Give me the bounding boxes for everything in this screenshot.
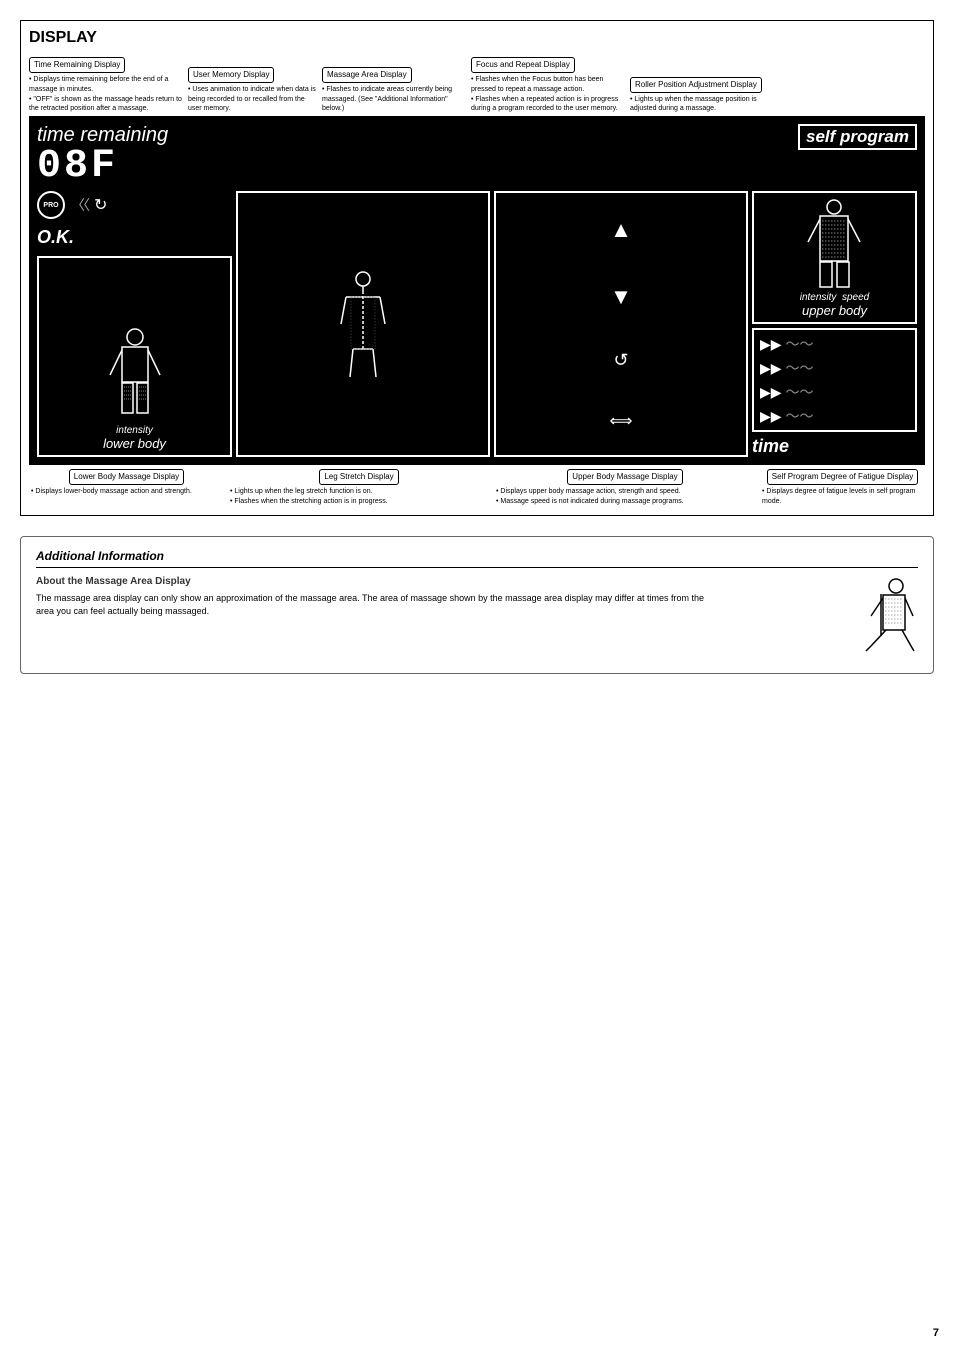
desc-leg-stretch: • Lights up when the leg stretch functio… (228, 487, 490, 507)
panel-mid: PRO 〈〈 ↻ O.K. (37, 191, 917, 457)
sp-row-1: ▶▶ 〜〜 (760, 334, 909, 354)
desc-massage-area: • Flashes to indicate areas currently be… (322, 85, 467, 114)
label-fatigue: Self Program Degree of Fatigue Display (767, 469, 918, 485)
upper-body-figure (802, 197, 867, 292)
label-focus-repeat: Focus and Repeat Display (471, 57, 575, 73)
page-number: 7 (933, 1327, 939, 1339)
desc-focus-repeat: • Flashes when the Focus button has been… (471, 75, 626, 114)
lower-body-label: lower body (103, 436, 166, 451)
user-memory-area: PRO 〈〈 ↻ (37, 191, 232, 219)
annot-roller-position: Roller Position Adjustment Display • Lig… (630, 77, 770, 115)
label-upper-body: Upper Body Massage Display (567, 469, 682, 485)
panel-left-area: PRO 〈〈 ↻ O.K. (37, 191, 232, 457)
display-title: DISPLAY (29, 29, 925, 47)
annot-time-remaining: Time Remaining Display • Displays time r… (29, 57, 184, 114)
digit-display: 08F (37, 147, 168, 187)
intensity-lower-text: intensity (116, 425, 153, 436)
massage-area-figure (336, 269, 391, 379)
self-program-text: self program (798, 124, 917, 150)
upper-body-panel: intensity speed upper body (752, 191, 917, 324)
repeat-icon: ↺ (613, 350, 628, 371)
label-user-memory: User Memory Display (188, 67, 274, 83)
refresh-icon: ↻ (94, 195, 107, 215)
panel-center-area: ▲ ▼ ↺ ⟺ (236, 191, 748, 457)
label-roller-position: Roller Position Adjustment Display (630, 77, 762, 93)
lower-body-silhouette: intensity lower body (37, 256, 232, 457)
additional-info-text-area: About the Massage Area Display The massa… (36, 576, 828, 661)
desc-roller-position: • Lights up when the massage position is… (630, 95, 770, 115)
desc-lower-body: • Displays lower-body massage action and… (29, 487, 224, 497)
display-panel: time remaining 08F self program PRO (29, 116, 925, 465)
annot-upper-body-bottom: Upper Body Massage Display • Displays up… (494, 469, 756, 507)
additional-info-section: Additional Information About the Massage… (20, 536, 934, 674)
panel-top-row: time remaining 08F self program (37, 124, 917, 187)
bottom-annotations: Lower Body Massage Display • Displays lo… (29, 469, 925, 507)
desc-upper-body: • Displays upper body massage action, st… (494, 487, 756, 507)
display-section: DISPLAY Time Remaining Display • Display… (20, 20, 934, 516)
lower-body-figure-svg (100, 325, 170, 425)
sp-row-3: ▶▶ 〜〜 (760, 382, 909, 402)
label-lower-body: Lower Body Massage Display (69, 469, 184, 485)
sitting-figure-svg (841, 576, 916, 661)
upper-body-panel-label: upper body (802, 303, 867, 318)
additional-info-body-area: About the Massage Area Display The massa… (36, 576, 918, 661)
sp-row-2: ▶▶ 〜〜 (760, 358, 909, 378)
down-arrow-icon: ▼ (610, 284, 632, 310)
label-time-remaining: Time Remaining Display (29, 57, 125, 73)
label-massage-area: Massage Area Display (322, 67, 412, 83)
additional-info-body: The massage area display can only show a… (36, 592, 716, 619)
time-text: time (752, 436, 917, 457)
self-program-box: self program (798, 124, 917, 187)
label-leg-stretch: Leg Stretch Display (319, 469, 398, 485)
pro-badge: PRO (37, 191, 65, 219)
desc-fatigue: • Displays degree of fatigue levels in s… (760, 487, 925, 507)
panel-right-area: intensity speed upper body ▶▶ 〜〜 ▶▶ 〜〜 (752, 191, 917, 457)
sp-row-4: ▶▶ 〜〜 (760, 406, 909, 426)
desc-user-memory: • Uses animation to indicate when data i… (188, 85, 318, 114)
annot-leg-stretch: Leg Stretch Display • Lights up when the… (228, 469, 490, 507)
ok-text: O.K. (37, 227, 232, 248)
additional-info-title: Additional Information (36, 549, 918, 568)
panel-left-top: time remaining 08F (37, 124, 168, 187)
page-container: DISPLAY Time Remaining Display • Display… (20, 20, 934, 674)
annot-user-memory: User Memory Display • Uses animation to … (188, 67, 318, 114)
up-arrow-icon: ▲ (610, 217, 632, 243)
self-program-display-box: ▶▶ 〜〜 ▶▶ 〜〜 ▶▶ 〜〜 ▶▶ 〜〜 (752, 328, 917, 432)
center-displays: ▲ ▼ ↺ ⟺ (236, 191, 748, 457)
additional-info-subtitle: About the Massage Area Display (36, 576, 828, 587)
additional-info-figure (838, 576, 918, 661)
leftright-icon: ⟺ (610, 411, 633, 431)
annot-fatigue: Self Program Degree of Fatigue Display •… (760, 469, 925, 507)
annot-lower-body-bottom: Lower Body Massage Display • Displays lo… (29, 469, 224, 507)
focus-repeat-panel: ▲ ▼ ↺ ⟺ (494, 191, 748, 457)
desc-time-remaining: • Displays time remaining before the end… (29, 75, 184, 114)
animation-lines: 〈〈 (71, 195, 88, 215)
annot-massage-area: Massage Area Display • Flashes to indica… (322, 67, 467, 114)
massage-area-panel (236, 191, 490, 457)
intensity-speed-text: intensity speed (800, 292, 870, 303)
annot-focus-repeat: Focus and Repeat Display • Flashes when … (471, 57, 626, 114)
